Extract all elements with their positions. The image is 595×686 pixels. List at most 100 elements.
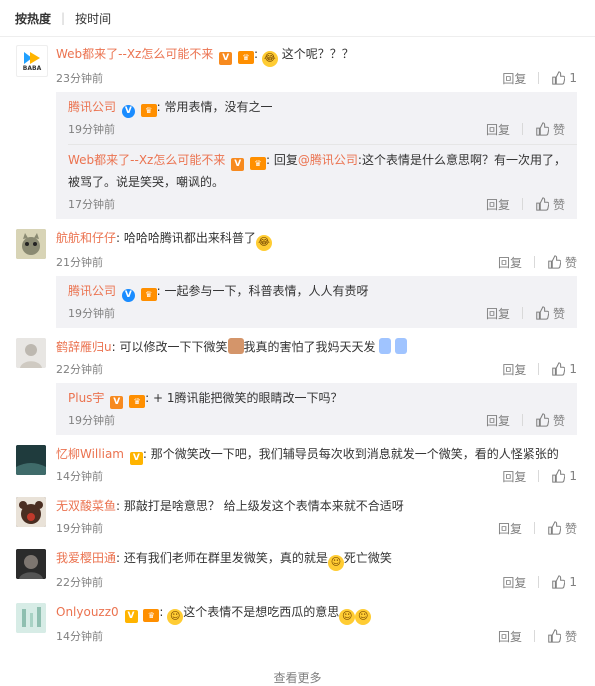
cat-avatar-icon — [16, 229, 46, 259]
vip-badge-icon: ♛ — [140, 288, 157, 301]
colon: : — [116, 231, 121, 245]
reply-line-cont: 被骂了。说是笑哭，嘲讽的。 — [68, 175, 225, 189]
like-button[interactable]: 1 — [551, 575, 577, 589]
reply-text: 一起参与一下，科普表情，人人有责呀 — [164, 284, 369, 298]
like-button[interactable]: 赞 — [535, 412, 565, 429]
avatar[interactable] — [16, 497, 46, 527]
comment-username[interactable]: 航航和仔仔 — [56, 231, 116, 245]
colon: : — [145, 391, 150, 405]
comment-username[interactable]: Onlyouzz0 — [56, 605, 119, 619]
comment-text: 那敲打是啥意思？ 给上级发这个表情本来就不合适呀 — [123, 499, 404, 513]
reply-text: 常用表情，没有之一 — [164, 100, 273, 114]
like-button[interactable]: 1 — [551, 469, 577, 483]
reply-button[interactable]: 回复 — [502, 468, 526, 485]
thumb-up-icon — [548, 521, 561, 535]
verified-orange-icon: V — [129, 452, 143, 465]
colon: : — [156, 100, 161, 114]
comment-line: Web都来了--Xz怎么可能不来 V ♛: 😂 这个呢？？？ — [56, 43, 577, 67]
colon: : — [116, 551, 121, 565]
comment-time: 14分钟前 — [56, 630, 103, 643]
comment-meta: 22分钟前 回复 1 — [56, 571, 577, 593]
comment-actions: 回复 赞 — [498, 628, 577, 645]
comment-username[interactable]: 无双酸菜鱼 — [56, 499, 116, 513]
mention-link[interactable]: @腾讯公司 — [298, 153, 358, 167]
reply-button[interactable]: 回复 — [498, 254, 522, 271]
drool-emoji-icon: ☺ — [355, 609, 372, 625]
reply-line: 腾讯公司 V ♛: 一起参与一下，科普表情，人人有责呀 — [68, 276, 565, 302]
reply-button[interactable]: 回复 — [486, 412, 510, 429]
comment-time: 22分钟前 — [56, 576, 103, 589]
like-button[interactable]: 赞 — [535, 305, 565, 322]
like-button[interactable]: 1 — [551, 362, 577, 376]
divider — [538, 470, 540, 482]
verified-orange-icon: V — [124, 610, 138, 623]
comment-text: 哈哈哈腾讯都出来科普了 — [123, 231, 256, 245]
reply-button[interactable]: 回复 — [498, 520, 522, 537]
comment-username[interactable]: 我爱樱田通 — [56, 551, 116, 565]
reply-username[interactable]: 腾讯公司 — [68, 100, 116, 114]
avatar[interactable]: BABA — [16, 45, 48, 77]
reply-username[interactable]: Web都来了--Xz怎么可能不来 — [68, 153, 225, 167]
avatar[interactable] — [16, 549, 46, 579]
avatar[interactable] — [16, 229, 46, 259]
colon: : — [266, 153, 271, 167]
like-button[interactable]: 赞 — [547, 628, 577, 645]
like-button[interactable]: 赞 — [535, 196, 565, 213]
verified-orange-icon: V — [110, 396, 124, 409]
like-button[interactable]: 赞 — [535, 121, 565, 138]
comment-actions: 回复 1 — [502, 70, 577, 87]
reply-prefix: 回复 — [273, 153, 298, 167]
comment-time: 23分钟前 — [56, 72, 103, 85]
comment-meta: 14分钟前 回复 赞 — [56, 625, 577, 647]
reply-username[interactable]: Plus宇 — [68, 391, 104, 405]
reply-list: 腾讯公司 V ♛: 常用表情，没有之一 19分钟前 回复 赞 Web都来了--X… — [56, 92, 577, 219]
divider — [533, 256, 535, 268]
comment-username[interactable]: Web都来了--Xz怎么可能不来 — [56, 47, 213, 61]
comment-actions: 回复 赞 — [498, 254, 577, 271]
comment-line: 我爱樱田通: 还有我们老师在群里发微笑，真的就是 ☺ 死亡微笑 — [56, 547, 577, 571]
comment-text: 这个呢？？？ — [281, 47, 354, 61]
tab-sort-time[interactable]: 按时间 — [75, 10, 111, 27]
comment-line: 忆柳William V: 那个微笑改一下吧，我们辅导员每次收到消息就发一个微笑，… — [56, 443, 577, 465]
vip-badge-icon: ♛ — [238, 51, 254, 64]
colon: : — [116, 499, 121, 513]
reply-text: :这个表情是什么意思啊？有一次用了， — [357, 153, 566, 167]
divider — [521, 307, 523, 319]
avatar[interactable] — [16, 603, 46, 633]
avatar[interactable] — [16, 338, 46, 368]
comment-meta: 14分钟前 回复 1 — [56, 465, 577, 487]
reply-button[interactable]: 回复 — [486, 196, 510, 213]
reply-button[interactable]: 回复 — [498, 628, 522, 645]
smile-emoji-icon: ☺ — [327, 555, 344, 571]
reply-button[interactable]: 回复 — [502, 574, 526, 591]
like-button[interactable]: 1 — [551, 71, 577, 85]
load-more-link[interactable]: 查看更多 — [0, 669, 595, 685]
thumb-up-icon — [536, 197, 549, 211]
reply-username[interactable]: 腾讯公司 — [68, 284, 116, 298]
reply-button[interactable]: 回复 — [486, 121, 510, 138]
verified-orange-icon: V — [219, 52, 233, 65]
divider — [538, 576, 540, 588]
reply-button[interactable]: 回复 — [502, 361, 526, 378]
divider — [538, 72, 540, 84]
like-button[interactable]: 赞 — [547, 520, 577, 537]
comment-text: 这个表情不是想吃西瓜的意思 — [183, 605, 340, 619]
thumb-up-icon — [552, 575, 566, 589]
reply-button[interactable]: 回复 — [502, 70, 526, 87]
reply-line: Plus宇 V ♛: + 1腾讯能把微笑的眼睛改一下吗？ — [68, 383, 565, 409]
reply-button[interactable]: 回复 — [486, 305, 510, 322]
tab-sort-hot[interactable]: 按热度 — [15, 10, 51, 27]
like-button[interactable]: 赞 — [547, 254, 577, 271]
laugh-cry-emoji-icon: 😂 — [255, 235, 272, 251]
colon: : — [159, 605, 164, 619]
comment-username[interactable]: 忆柳William — [56, 447, 124, 461]
comment-username[interactable]: 鹤辞雁归u — [56, 340, 112, 354]
sticker-emoji-icon — [395, 338, 408, 354]
comment-item: 忆柳William V: 那个微笑改一下吧，我们辅导员每次收到消息就发一个微笑，… — [0, 443, 595, 487]
like-label: 赞 — [564, 255, 577, 270]
reply-item: Web都来了--Xz怎么可能不来 V ♛: 回复@腾讯公司:这个表情是什么意思啊… — [68, 144, 577, 219]
avatar[interactable] — [16, 445, 46, 475]
verified-blue-icon: V — [121, 105, 135, 118]
illustration-avatar-icon — [16, 603, 46, 633]
vip-badge-icon: ♛ — [129, 395, 146, 408]
